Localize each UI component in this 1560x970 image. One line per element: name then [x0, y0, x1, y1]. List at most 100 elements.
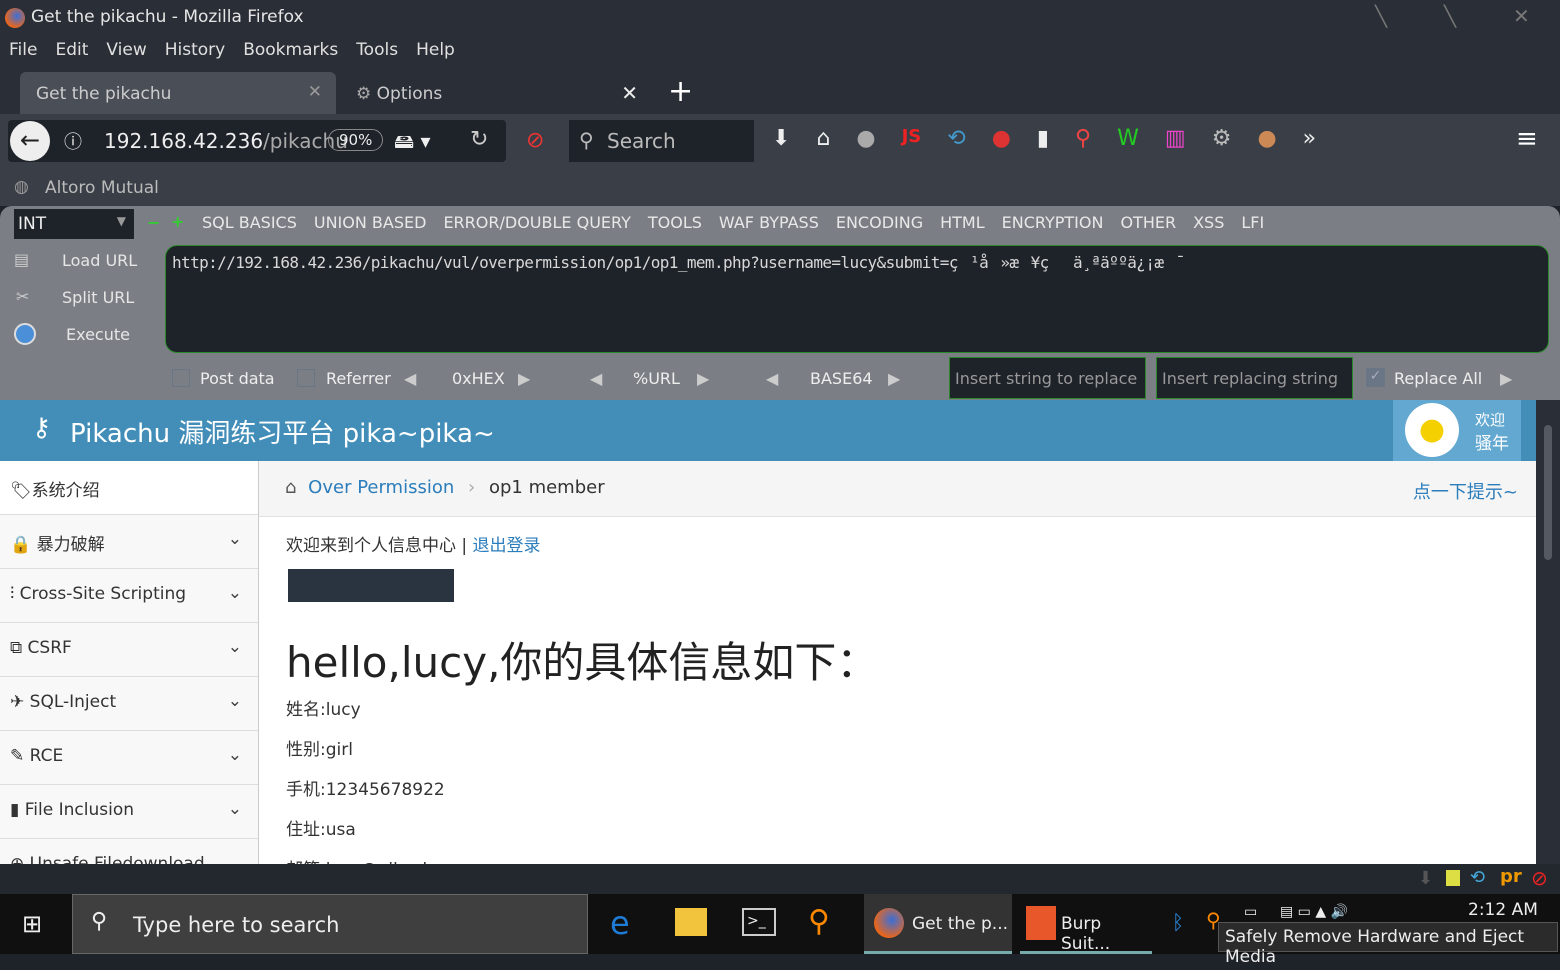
menu-history[interactable]: History	[165, 40, 225, 60]
sidebar-item-filedownload[interactable]: ⊕ Unsafe Filedownload	[0, 839, 258, 864]
taskbar-search[interactable]: ⚲ Type here to search	[72, 894, 588, 954]
new-tab-button[interactable]: +	[668, 74, 693, 109]
tab-strip: Get the pikachu ✕ ⚙ Options ✕ +	[0, 66, 1560, 114]
noscript-icon[interactable]: ⊘	[526, 128, 544, 153]
referrer-checkbox[interactable]	[297, 369, 315, 387]
menu-encoding[interactable]: ENCODING	[836, 213, 923, 232]
extension-icon[interactable]: ▮	[1037, 126, 1049, 151]
search-ext-icon[interactable]: ⚲	[1075, 126, 1091, 151]
file-explorer-icon[interactable]	[675, 908, 707, 936]
close-tab-icon[interactable]: ✕	[308, 82, 322, 102]
breadcrumb-parent-link[interactable]: Over Permission	[308, 477, 454, 498]
download-icon[interactable]: ⬇	[772, 126, 790, 151]
arrow-right-icon[interactable]: ▶	[518, 369, 530, 388]
maximize-button[interactable]: ╲	[1444, 4, 1456, 28]
tab-pikachu[interactable]: Get the pikachu ✕	[20, 72, 336, 114]
menu-view[interactable]: View	[106, 40, 146, 60]
hint-link[interactable]: 点一下提示~	[1413, 478, 1518, 504]
page-actions-icon[interactable]: 🖴 ▾	[394, 127, 431, 161]
extension-icon[interactable]	[1446, 870, 1460, 886]
split-url-button[interactable]: Split URL	[62, 288, 134, 307]
menu-lfi[interactable]: LFI	[1241, 213, 1264, 232]
sidebar-item-bruteforce[interactable]: 🔒 暴力破解 ⌄	[0, 515, 258, 569]
sidebar-item-csrf[interactable]: ⧉ CSRF ⌄	[0, 623, 258, 677]
taskbar-app-burp[interactable]: Burp Suit...	[1020, 894, 1152, 954]
info-icon[interactable]: ⓘ	[64, 128, 82, 154]
menu-other[interactable]: OTHER	[1120, 213, 1176, 232]
menu-sql-basics[interactable]: SQL BASICS	[202, 213, 297, 232]
scrollbar-thumb[interactable]	[1544, 425, 1552, 560]
edge-icon[interactable]: e	[610, 904, 630, 964]
post-data-checkbox[interactable]	[172, 369, 190, 387]
wappalyzer-icon[interactable]: W	[1117, 126, 1139, 151]
proxy-icon[interactable]: ⟲	[1470, 867, 1485, 888]
replace-string-input[interactable]: Insert string to replace	[949, 357, 1146, 399]
logout-link[interactable]: 退出登录	[473, 536, 541, 556]
minus-icon[interactable]: −	[147, 213, 160, 232]
hackbar-url-textarea[interactable]: http://192.168.42.236/pikachu/vul/overpe…	[165, 245, 1549, 353]
execute-button[interactable]: Execute	[66, 325, 130, 344]
home-icon[interactable]: ⌂	[816, 126, 830, 151]
sidebar-item-intro[interactable]: 🏷系统介绍	[0, 461, 258, 515]
pr-icon[interactable]: pr	[1500, 866, 1522, 887]
noscript-icon[interactable]: ⊘	[1531, 866, 1548, 890]
hackbar-icon[interactable]: ●	[992, 126, 1011, 151]
menu-bookmarks[interactable]: Bookmarks	[243, 40, 338, 60]
terminal-icon[interactable]: >_	[742, 908, 776, 936]
search-app-icon[interactable]: ⚲	[808, 904, 830, 964]
proxy-icon[interactable]: ⟲	[947, 126, 965, 151]
zoom-level[interactable]: 90%	[328, 129, 384, 151]
url-bar[interactable]: ← ⓘ 192.168.42.236/pikachu 90% 🖴 ▾ ↻	[8, 120, 506, 162]
user-area[interactable]: ● 欢迎 骚年	[1393, 400, 1521, 461]
menu-edit[interactable]: Edit	[55, 40, 88, 60]
hamburger-menu-icon[interactable]: ≡	[1516, 124, 1538, 154]
js-icon[interactable]: JS	[902, 126, 922, 151]
arrow-left-icon[interactable]: ◀	[404, 369, 416, 388]
search-box[interactable]: ⚲ Search	[569, 120, 754, 162]
bluetooth-icon[interactable]: ᛒ	[1172, 910, 1184, 970]
sidebar-item-rce[interactable]: ✎ RCE ⌄	[0, 731, 258, 785]
file-icon: ▮	[10, 800, 20, 820]
menu-file[interactable]: File	[9, 40, 37, 60]
menu-xss[interactable]: XSS	[1193, 213, 1224, 232]
arrow-right-icon[interactable]: ▶	[697, 369, 709, 388]
menu-html[interactable]: HTML	[940, 213, 985, 232]
arrow-right-icon[interactable]: ▶	[888, 369, 900, 388]
close-tab-icon[interactable]: ✕	[621, 81, 638, 105]
windows-start-icon[interactable]: ⊞	[22, 910, 42, 970]
download-icon[interactable]: ⬇	[1418, 868, 1433, 889]
reload-icon[interactable]: ↻	[470, 127, 488, 152]
sidebar-item-file-inclusion[interactable]: ▮ File Inclusion ⌄	[0, 785, 258, 839]
load-url-button[interactable]: Load URL	[62, 251, 137, 270]
home-icon[interactable]: ⌂	[285, 477, 296, 498]
menu-encryption[interactable]: ENCRYPTION	[1002, 213, 1104, 232]
menu-tools[interactable]: Tools	[356, 40, 398, 60]
settings-icon[interactable]: ⚙	[1212, 126, 1232, 151]
replacing-string-input[interactable]: Insert replacing string	[1156, 357, 1353, 399]
back-button[interactable]: ←	[10, 121, 50, 161]
menu-tools[interactable]: TOOLS	[648, 213, 702, 232]
taskbar-app-firefox[interactable]: Get the p...	[864, 894, 1012, 954]
cookie-icon[interactable]: ●	[1257, 126, 1276, 151]
scrollbar[interactable]	[1536, 400, 1560, 864]
overflow-icon[interactable]: »	[1303, 126, 1316, 151]
color-icon[interactable]: ▥	[1165, 126, 1186, 151]
tab-options[interactable]: ⚙ Options ✕	[340, 72, 650, 114]
menu-error-double-query[interactable]: ERROR/DOUBLE QUERY	[443, 213, 630, 232]
bookmark-altoro[interactable]: Altoro Mutual	[45, 178, 159, 198]
sidebar-item-sqli[interactable]: ✈ SQL-Inject ⌄	[0, 677, 258, 731]
extension-icon[interactable]: ●	[856, 126, 875, 151]
app-label: Get the p...	[912, 914, 1009, 934]
replace-all-checkbox[interactable]: ✓	[1366, 368, 1385, 387]
plus-icon[interactable]: +	[171, 212, 184, 231]
close-window-button[interactable]: ✕	[1513, 4, 1530, 28]
minimize-button[interactable]: ╲	[1375, 4, 1387, 28]
menu-help[interactable]: Help	[416, 40, 455, 60]
arrow-right-icon[interactable]: ▶	[1500, 369, 1512, 388]
sidebar-item-xss[interactable]: ⫶ Cross-Site Scripting ⌄	[0, 569, 258, 623]
menu-union-based[interactable]: UNION BASED	[314, 213, 427, 232]
arrow-left-icon[interactable]: ◀	[590, 369, 602, 388]
menu-waf-bypass[interactable]: WAF BYPASS	[719, 213, 819, 232]
hackbar-select[interactable]: INT ▼	[14, 209, 134, 239]
arrow-left-icon[interactable]: ◀	[766, 369, 778, 388]
